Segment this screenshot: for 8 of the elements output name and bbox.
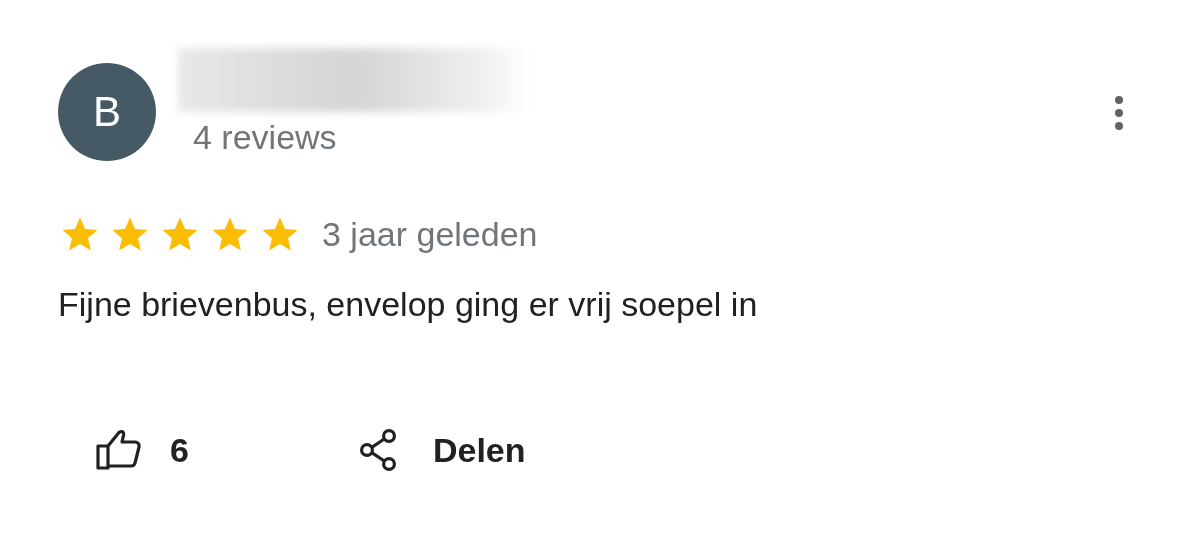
like-button[interactable]: 6 (96, 428, 189, 472)
share-icon (358, 428, 399, 472)
more-options-icon[interactable] (1113, 95, 1125, 131)
share-button[interactable]: Delen (358, 428, 526, 472)
review-count: 4 reviews (193, 118, 338, 157)
avatar: B (58, 63, 156, 161)
review-time: 3 jaar geleden (322, 214, 538, 254)
review-text: Fijne brievenbus, envelop ging er vrij soepel in (58, 285, 759, 324)
